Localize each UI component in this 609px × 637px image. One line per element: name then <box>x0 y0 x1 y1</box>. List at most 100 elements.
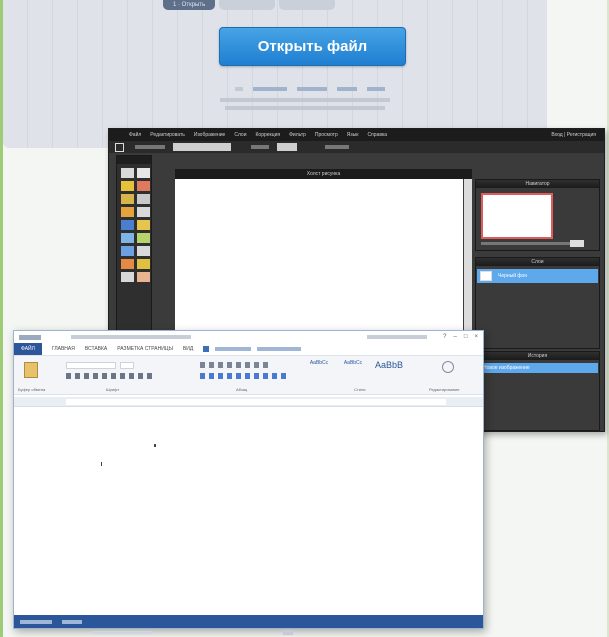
lasso-tool-icon[interactable] <box>137 181 150 191</box>
tab-insert[interactable]: ВСТАВКА <box>85 346 107 352</box>
help-icon[interactable]: ? <box>443 334 446 340</box>
source-link[interactable] <box>253 87 287 91</box>
clone-tool-icon[interactable] <box>121 233 134 243</box>
navigator-thumbnail[interactable] <box>481 193 553 239</box>
layers-title: Слои <box>476 258 599 266</box>
option-select[interactable] <box>277 143 297 151</box>
bottom-icon <box>283 630 293 635</box>
hand-tool-icon[interactable] <box>137 272 150 282</box>
window-controls: ? – □ × <box>443 334 478 340</box>
layer-name: Черный фон <box>498 273 528 279</box>
smudge-tool-icon[interactable] <box>121 259 134 269</box>
zoom-tool-icon[interactable] <box>121 272 134 282</box>
bucket-tool-icon[interactable] <box>121 220 134 230</box>
checkbox-icon <box>203 346 210 352</box>
history-title: История <box>476 352 599 360</box>
editor-menu-item[interactable]: Изображение <box>194 132 226 138</box>
paragraph-icons-row1[interactable] <box>200 362 270 368</box>
eraser-tool-icon[interactable] <box>137 207 150 217</box>
marquee-tool-icon[interactable] <box>121 181 134 191</box>
group-label-paragraph: Абзац <box>236 387 248 392</box>
ruler-text-area <box>66 399 446 405</box>
zoom-percent-field[interactable] <box>570 240 584 247</box>
close-icon[interactable]: × <box>474 334 478 340</box>
sponge-tool-icon[interactable] <box>137 259 150 269</box>
history-panel: История Новое изображение <box>475 351 600 431</box>
navigator-title: Навигатор <box>476 180 599 188</box>
move-tool-icon[interactable] <box>121 168 134 178</box>
editor-menu-item[interactable]: Фильтр <box>289 132 306 138</box>
style-normal[interactable]: AaBbCc <box>304 360 334 378</box>
option-label <box>325 145 349 149</box>
bottom-strip <box>0 629 609 637</box>
tab-file[interactable]: ФАЙЛ <box>14 343 42 355</box>
font-name-box[interactable] <box>66 362 116 369</box>
web-step-tab-active[interactable]: 1 · Открыть <box>163 0 216 10</box>
toolbox-panel <box>116 155 152 355</box>
editor-menubar: Файл Редактировать Изображение Слои Корр… <box>109 129 604 141</box>
word-window: ? – □ × ФАЙЛ ГЛАВНАЯ ВСТАВКА РАЗМЕТКА СТ… <box>13 330 484 629</box>
open-file-button[interactable]: Открыть файл <box>219 27 406 66</box>
tab-view[interactable]: ВИД <box>183 346 193 352</box>
style-no-spacing[interactable]: AaBbCc <box>338 360 368 378</box>
wand-tool-icon[interactable] <box>121 194 134 204</box>
text-cursor <box>101 462 102 466</box>
user-name[interactable] <box>367 335 428 339</box>
sharpen-tool-icon[interactable] <box>137 246 150 256</box>
editor-login-link[interactable]: Вход | Регистрация <box>551 132 596 138</box>
tell-me-box[interactable] <box>203 346 302 352</box>
replace-color-icon[interactable] <box>137 233 150 243</box>
crop-tool-icon[interactable] <box>115 143 124 152</box>
tab-home[interactable]: ГЛАВНАЯ <box>52 346 75 352</box>
language-indicator[interactable] <box>62 619 82 624</box>
maximize-icon[interactable]: □ <box>464 334 468 340</box>
paste-icon[interactable] <box>24 362 38 378</box>
canvas-title: Холст рисунка <box>175 169 472 179</box>
pencil-tool-icon[interactable] <box>137 194 150 204</box>
layer-row[interactable]: Черный фон <box>477 269 598 283</box>
editing-find-icon[interactable] <box>442 361 454 373</box>
editor-menu-item[interactable]: Слои <box>234 132 246 138</box>
group-label-clipboard: Буфер обмена <box>18 387 46 392</box>
source-link[interactable] <box>367 87 385 91</box>
pointer-tool-icon[interactable] <box>137 168 150 178</box>
page-count[interactable] <box>20 619 52 624</box>
web-step-tabs: 1 · Открыть <box>163 0 336 10</box>
editor-menu-item[interactable]: Файл <box>129 132 141 138</box>
source-link[interactable] <box>337 87 357 91</box>
bottom-text <box>92 631 152 634</box>
web-step-tab[interactable] <box>279 0 336 10</box>
brush-tool-icon[interactable] <box>121 207 134 217</box>
layers-panel: Слои Черный фон <box>475 257 600 349</box>
crop-option-label <box>135 145 165 149</box>
document-page[interactable] <box>14 408 483 612</box>
font-size-box[interactable] <box>120 362 134 369</box>
ribbon: AaBbCc AaBbCc AaBbB Буфер обмена Шрифт А… <box>14 355 483 395</box>
style-heading[interactable]: AaBbB <box>372 360 406 378</box>
minimize-icon[interactable]: – <box>454 334 457 340</box>
editor-menu-item[interactable]: Язык <box>347 132 359 138</box>
gradient-tool-icon[interactable] <box>137 220 150 230</box>
quick-access-toolbar[interactable] <box>19 334 41 340</box>
group-label-styles: Стили <box>354 387 366 392</box>
zoom-slider[interactable] <box>481 242 576 245</box>
source-link[interactable] <box>235 87 243 91</box>
option-label <box>251 145 269 149</box>
paragraph-icons-row2[interactable] <box>200 373 290 379</box>
font-format-icons[interactable] <box>66 373 156 379</box>
horizontal-ruler[interactable] <box>14 397 483 407</box>
editor-options-bar <box>109 141 604 153</box>
web-step-tab[interactable] <box>219 0 276 10</box>
blur-tool-icon[interactable] <box>121 246 134 256</box>
source-link[interactable] <box>297 87 327 91</box>
editor-menu-item[interactable]: Редактировать <box>150 132 185 138</box>
navigator-panel: Навигатор <box>475 179 600 251</box>
editor-menu-item[interactable]: Коррекция <box>256 132 281 138</box>
tab-layout[interactable]: РАЗМЕТКА СТРАНИЦЫ <box>117 346 173 352</box>
editor-menu-item[interactable]: Справка <box>367 132 387 138</box>
crop-mode-select[interactable] <box>173 143 231 151</box>
word-statusbar <box>14 615 483 628</box>
editor-menu-item[interactable]: Просмотр <box>315 132 338 138</box>
upload-hint-line <box>3 98 547 104</box>
history-item[interactable]: Новое изображение <box>477 363 598 373</box>
